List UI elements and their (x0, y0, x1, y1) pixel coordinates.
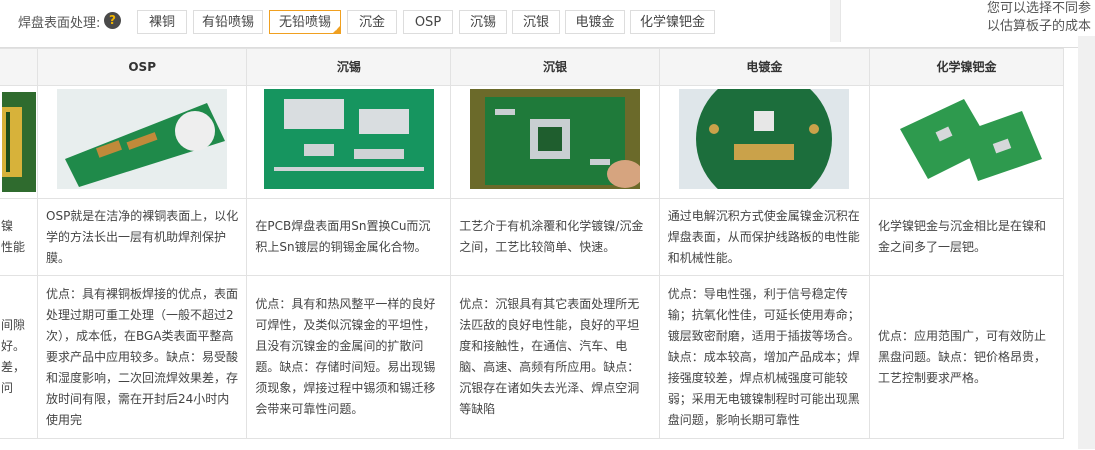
option-osp[interactable]: OSP (403, 10, 453, 34)
desc-cell-partial: 镍 性能 (0, 198, 38, 276)
surface-finish-bar: 焊盘表面处理: ? 裸铜 有铅喷锡 无铅喷锡 ✓ 沉金 OSP 沉锡 沉银 电镀… (0, 0, 1095, 42)
desc-partial-line2: 性能 (1, 240, 26, 254)
pcb-photo-immersion-silver (470, 88, 641, 189)
header-immersion-tin: 沉锡 (246, 48, 452, 86)
pc-partial-line3: 差， (1, 360, 26, 374)
pc-osp: 优点：具有裸铜板焊接的优点，表面处理过期可重工处理（一般不超过2次），成本低，在… (36, 275, 248, 439)
image-cell-osp (36, 85, 248, 199)
pc-immersion-silver: 优点：沉银具有其它表面处理所无法匹敌的良好电性能，良好的平坦度和接触性，在通信、… (450, 275, 660, 439)
header-cell-partial (0, 48, 38, 86)
desc-electroplated-gold: 通过电解沉积方式使金属镍金沉积在焊盘表面，从而保护线路板的电性能和机械性能。 (658, 198, 871, 276)
desc-partial-line1: 镍 (1, 219, 14, 233)
option-enepig[interactable]: 化学镍钯金 (630, 10, 715, 34)
comparison-table: OSP 沉锡 沉银 电镀金 化学镍钯金 镍 性能 OSP就是在洁净的裸铜表面上，… (0, 48, 1064, 439)
header-enepig: 化学镍钯金 (869, 48, 1064, 86)
pc-immersion-tin: 优点：具有和热风整平一样的良好可焊性，及类似沉镍金的平坦性，且没有沉镍金的金属间… (246, 275, 452, 439)
image-cell-immersion-silver (450, 85, 660, 199)
header-osp: OSP (36, 48, 248, 86)
selected-check-icon: ✓ (334, 25, 340, 33)
pc-cell-partial: 间隙 好。 差， 问 (0, 275, 38, 439)
image-cell-enepig (869, 85, 1064, 199)
desc-osp: OSP就是在洁净的裸铜表面上，以化学的方法长出一层有机助焊剂保护膜。 (36, 198, 248, 276)
pcb-photo-electroplated-gold (679, 88, 850, 189)
pc-partial-line1: 间隙 (1, 318, 26, 332)
option-bare-copper[interactable]: 裸铜 (137, 10, 187, 34)
pc-partial-line2: 好。 (1, 339, 26, 353)
side-panel: 您可以选择不同参 以估算板子的成本 (830, 0, 1095, 42)
pc-enepig: 优点：应用范围广，可有效防止黑盘问题。缺点：钯价格昂贵，工艺控制要求严格。 (869, 275, 1064, 439)
help-icon[interactable]: ? (104, 12, 121, 29)
side-note-line2: 以估算板子的成本 (986, 19, 1091, 34)
side-note-line1: 您可以选择不同参 (986, 1, 1091, 16)
option-electroplated-gold[interactable]: 电镀金 (565, 10, 625, 34)
pcb-photo-osp (57, 88, 228, 189)
option-leaded-hasl[interactable]: 有铅喷锡 (193, 10, 263, 34)
image-cell-electroplated-gold (658, 85, 871, 199)
description-row: 镍 性能 OSP就是在洁净的裸铜表面上，以化学的方法长出一层有机助焊剂保护膜。 … (0, 198, 1064, 276)
option-lead-free-hasl[interactable]: 无铅喷锡 ✓ (269, 10, 341, 34)
desc-immersion-silver: 工艺介于有机涂覆和化学镀镍/沉金之间，工艺比较简单、快速。 (450, 198, 660, 276)
option-label: 无铅喷锡 (278, 15, 331, 30)
side-panel-card: 您可以选择不同参 以估算板子的成本 (840, 0, 1095, 42)
comparison-table-wrapper: OSP 沉锡 沉银 电镀金 化学镍钯金 镍 性能 OSP就是在洁净的裸铜表面上，… (0, 47, 1078, 450)
pc-electroplated-gold: 优点：导电性强，利于信号稳定传输；抗氧化性佳，可延长使用寿命；镀层致密耐磨，适用… (658, 275, 871, 439)
pcb-photo-immersion-tin (263, 88, 434, 189)
pc-partial-line4: 问 (1, 381, 14, 395)
vertical-scrollbar[interactable] (1078, 36, 1095, 449)
desc-immersion-tin: 在PCB焊盘表面用Sn置换Cu而沉积上Sn镀层的铜锡金属化合物。 (246, 198, 452, 276)
option-immersion-tin[interactable]: 沉锡 (459, 10, 507, 34)
header-immersion-silver: 沉银 (450, 48, 660, 86)
option-immersion-silver[interactable]: 沉银 (512, 10, 560, 34)
surface-finish-label: 焊盘表面处理: (18, 16, 101, 31)
pcb-photo-enepig (881, 88, 1052, 189)
header-row: OSP 沉锡 沉银 电镀金 化学镍钯金 (0, 48, 1064, 86)
desc-enepig: 化学镍钯金与沉金相比是在镍和金之间多了一层钯。 (869, 198, 1064, 276)
image-cell-immersion-tin (246, 85, 452, 199)
image-row (0, 85, 1064, 199)
pcb-image-partial (2, 92, 36, 192)
image-cell-partial (0, 85, 38, 199)
pros-cons-row: 间隙 好。 差， 问 优点：具有裸铜板焊接的优点，表面处理过期可重工处理（一般不… (0, 275, 1064, 439)
header-electroplated-gold: 电镀金 (658, 48, 871, 86)
option-enig[interactable]: 沉金 (347, 10, 397, 34)
